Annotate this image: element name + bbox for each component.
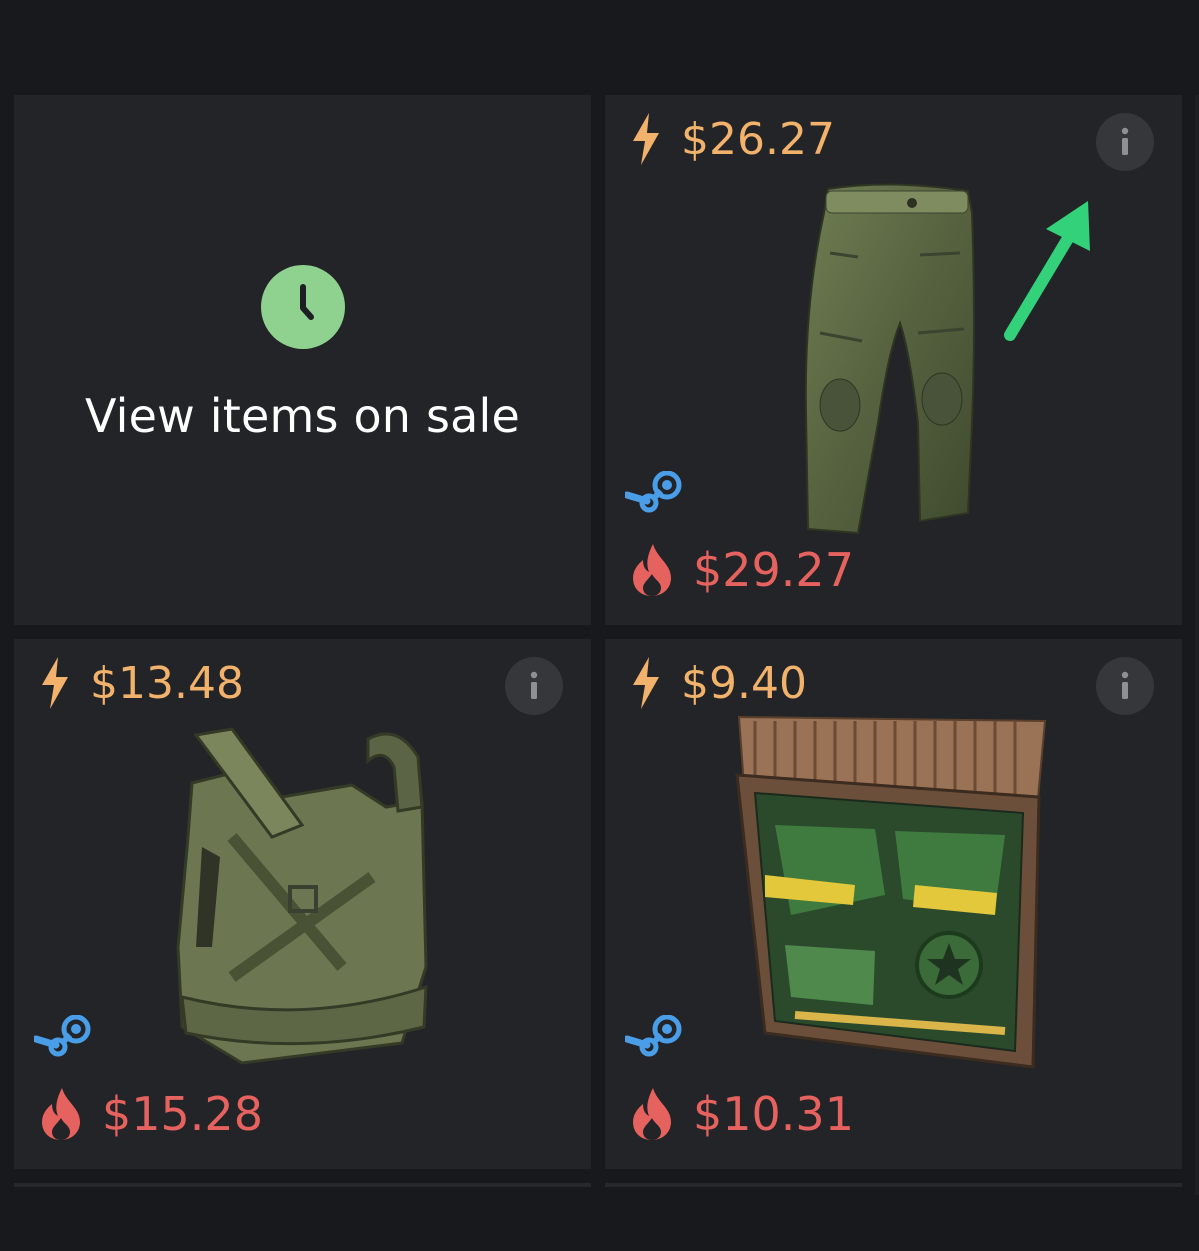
next-card-edge [605, 1183, 1182, 1187]
lightning-icon [42, 657, 68, 709]
pants-image [804, 183, 975, 535]
instant-price-value: $26.27 [681, 113, 835, 165]
sale-content: View items on sale [14, 265, 591, 443]
instant-price: $26.27 [631, 113, 835, 165]
steam-price: $10.31 [631, 1087, 854, 1141]
clock-icon [260, 265, 345, 349]
instant-price: $9.40 [631, 657, 807, 709]
sale-label: View items on sale [84, 389, 521, 443]
steam-price: $15.28 [40, 1087, 263, 1141]
garage-door-image [735, 715, 1047, 1069]
fire-icon [633, 544, 671, 596]
steam-logo-icon [625, 471, 682, 513]
instant-price-value: $9.40 [681, 657, 807, 709]
next-card-edge [14, 1183, 591, 1187]
fire-icon [42, 1088, 80, 1140]
view-sale-card[interactable]: View items on sale [14, 95, 591, 625]
steam-logo-icon [625, 1015, 682, 1057]
steam-price-value: $29.27 [693, 543, 854, 597]
instant-price-value: $13.48 [90, 657, 244, 709]
lightning-icon [633, 657, 659, 709]
steam-price: $29.27 [631, 543, 854, 597]
adjacent-column-edge [1195, 95, 1199, 1195]
steam-price-value: $10.31 [693, 1087, 854, 1141]
fire-icon [633, 1088, 671, 1140]
instant-price: $13.48 [40, 657, 244, 709]
item-card-door[interactable]: $9.40 $10.31 [605, 639, 1182, 1169]
item-card-vest[interactable]: $13.48 $15.28 [14, 639, 591, 1169]
vest-image [176, 727, 428, 1065]
item-card-pants[interactable]: $26.27 $29.27 [605, 95, 1182, 625]
arrow-pointer-icon [1004, 201, 1090, 341]
info-icon[interactable] [1096, 113, 1154, 171]
lightning-icon [633, 113, 659, 165]
steam-price-value: $15.28 [102, 1087, 263, 1141]
info-icon[interactable] [1096, 657, 1154, 715]
info-icon[interactable] [505, 657, 563, 715]
steam-logo-icon [34, 1015, 91, 1057]
